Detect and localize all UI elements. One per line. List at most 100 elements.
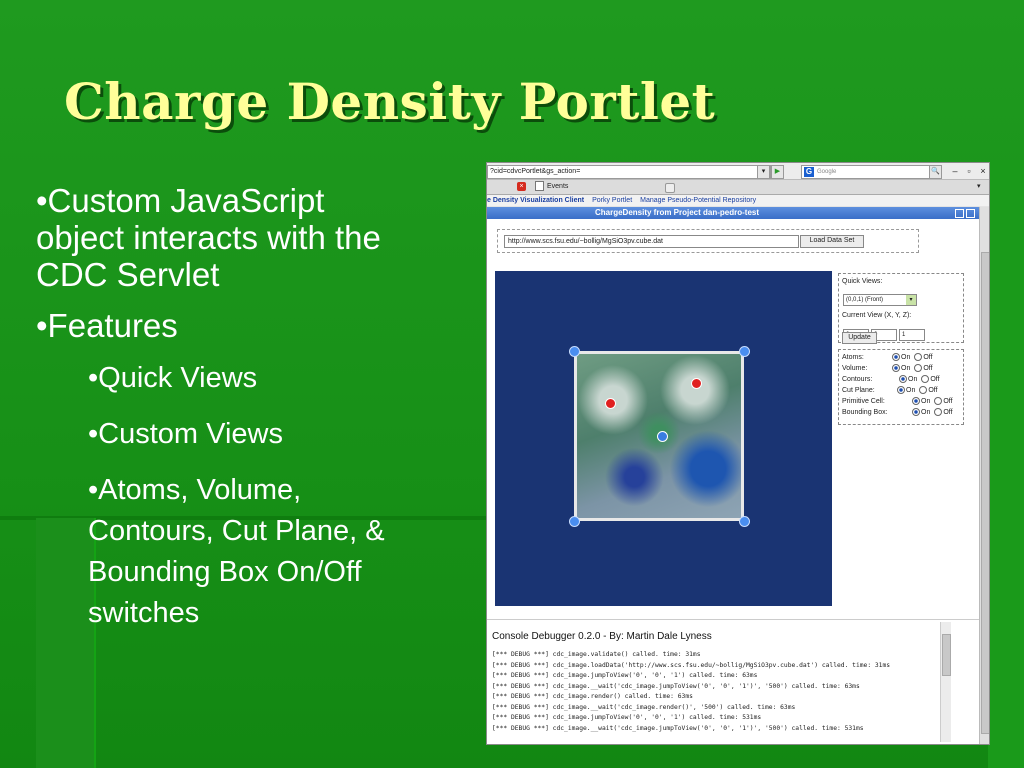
nav-density-client[interactable]: e Density Visualization Client (487, 197, 584, 204)
data-url-input[interactable]: http://www.scs.fsu.edu/~bollig/MgSiO3pv.… (504, 235, 799, 248)
toggle-off-radio[interactable] (934, 397, 943, 406)
toggle-on-label: On (901, 354, 911, 361)
portal-nav: e Density Visualization Client Porky Por… (487, 195, 989, 206)
toggle-on-radio[interactable] (897, 386, 905, 395)
minimize-icon[interactable]: – (949, 165, 961, 177)
bullet-list: •Custom JavaScript object interacts with… (36, 182, 436, 650)
current-view-label: Current View (X, Y, Z): (842, 312, 912, 319)
search-icon[interactable]: 🔍 (929, 165, 942, 179)
toggle-off-radio[interactable] (934, 408, 943, 417)
tab-list-arrow-icon[interactable]: ▾ (977, 182, 981, 190)
portlet-maximize-icon[interactable] (966, 209, 975, 218)
browser-screenshot: ?cid=cdvcPortlet&gs_action= ▾ ▶ G Google … (486, 162, 990, 745)
toggle-on-radio[interactable] (899, 375, 907, 384)
view-z-input[interactable]: 1 (899, 329, 925, 341)
search-box[interactable]: G Google (801, 165, 941, 179)
cube-corner-handle[interactable] (569, 516, 580, 527)
toggle-off-label: Off (930, 376, 940, 383)
toggle-on-label: On (908, 376, 918, 383)
toggle-off-label: Off (923, 354, 933, 361)
toggle-off-radio[interactable] (914, 364, 923, 373)
portlet-title: ChargeDensity from Project dan-pedro-tes… (594, 208, 760, 217)
toggle-label: Volume: (842, 365, 868, 372)
load-data-button[interactable]: Load Data Set (800, 235, 864, 248)
toggle-on-radio[interactable] (912, 408, 920, 417)
console-scroll-thumb[interactable] (942, 634, 951, 676)
atom-blue (657, 431, 668, 442)
nav-manage-repository[interactable]: Manage Pseudo-Potential Repository (640, 197, 756, 204)
nav-porky-portlet[interactable]: Porky Portlet (592, 197, 632, 204)
toggle-on-label: On (921, 398, 931, 405)
page-scroll-thumb[interactable] (981, 252, 989, 734)
sub-bullet-custom-views: •Custom Views (88, 418, 283, 450)
charge-density-viewer[interactable] (495, 271, 832, 606)
console-log: [*** DEBUG ***] cdc_image.validate() cal… (492, 650, 890, 734)
toggle-label: Bounding Box: (842, 409, 888, 416)
visibility-toggles-panel: Atoms: On Off Volume: On Off Contours: On Off Cut… (838, 349, 964, 425)
tab-events[interactable]: Events (535, 181, 675, 193)
slide-decor-right (988, 160, 1024, 768)
url-toolbar: ?cid=cdvcPortlet&gs_action= ▾ ▶ G Google … (487, 163, 989, 180)
toggle-on-label: On (921, 409, 931, 416)
toggle-label: Contours: (842, 376, 873, 383)
slide-title: Charge Density Portlet (64, 72, 716, 131)
toggle-label: Primitive Cell: (842, 398, 885, 405)
address-bar[interactable]: ?cid=cdvcPortlet&gs_action= (487, 165, 771, 179)
dropdown-arrow-icon[interactable]: ▾ (757, 165, 770, 179)
search-placeholder: Google (817, 169, 837, 175)
toggle-off-label: Off (928, 387, 938, 394)
toggle-on-radio[interactable] (912, 397, 920, 406)
console-line: [*** DEBUG ***] cdc_image.__wait('cdc_im… (492, 703, 796, 711)
atom-red (691, 378, 702, 389)
cube-corner-handle[interactable] (739, 346, 750, 357)
cube-corner-handle[interactable] (739, 516, 750, 527)
google-icon: G (804, 167, 814, 177)
cube-corner-handle[interactable] (569, 346, 580, 357)
toggle-off-radio[interactable] (921, 375, 930, 384)
console-line: [*** DEBUG ***] cdc_image.loadData('http… (492, 661, 891, 669)
toggle-off-radio[interactable] (914, 353, 923, 362)
portlet-header: ChargeDensity from Project dan-pedro-tes… (487, 207, 979, 219)
tab-bar: × Events ▾ (487, 180, 989, 195)
console-line: [*** DEBUG ***] cdc_image.jumpToView('0'… (492, 672, 758, 679)
restore-icon[interactable]: ▫ (963, 165, 975, 177)
toggle-label: Atoms: (842, 354, 864, 361)
go-arrow-icon[interactable]: ▶ (771, 165, 784, 179)
console-line: [*** DEBUG ***] cdc_image.__wait('cdc_im… (492, 682, 860, 690)
chevron-down-icon: ▾ (906, 295, 916, 305)
sub-bullet-switches: •Atoms, Volume, Contours, Cut Plane, & B… (88, 474, 385, 629)
console-line: [*** DEBUG ***] cdc_image.__wait('cdc_im… (492, 724, 864, 732)
toggle-off-label: Off (943, 398, 953, 405)
toggle-row: Bounding Box: On Off (842, 408, 953, 418)
update-button[interactable]: Update (842, 332, 877, 344)
quick-views-label: Quick Views: (842, 278, 883, 285)
console-line: [*** DEBUG ***] cdc_image.jumpToView('0'… (492, 714, 762, 721)
toggle-row: Contours: On Off (842, 375, 940, 385)
console-line: [*** DEBUG ***] cdc_image.validate() cal… (492, 651, 701, 658)
console-scrollbar[interactable] (940, 622, 951, 742)
bullet-custom-javascript: •Custom JavaScript object interacts with… (36, 182, 381, 293)
close-tab-icon[interactable]: × (517, 182, 526, 191)
toggle-on-radio[interactable] (892, 364, 900, 373)
toggle-off-label: Off (943, 409, 953, 416)
page-scrollbar[interactable] (979, 207, 989, 744)
portlet-minimize-icon[interactable] (955, 209, 964, 218)
toggle-row: Atoms: On Off (842, 353, 933, 363)
quick-views-select[interactable]: (0,0,1) (Front) ▾ (843, 294, 917, 306)
portlet-content: http://www.scs.fsu.edu/~bollig/MgSiO3pv.… (487, 219, 979, 744)
console-line: [*** DEBUG ***] cdc_image.render() calle… (492, 693, 693, 700)
toggle-on-radio[interactable] (892, 353, 900, 362)
toggle-row: Primitive Cell: On Off (842, 397, 953, 407)
load-data-form: http://www.scs.fsu.edu/~bollig/MgSiO3pv.… (497, 229, 919, 253)
toggle-row: Cut Plane: On Off (842, 386, 938, 396)
toggle-on-label: On (901, 365, 911, 372)
toggle-on-label: On (906, 387, 916, 394)
bullet-features: •Features (36, 307, 178, 344)
console-title: Console Debugger 0.2.0 - By: Martin Dale… (492, 631, 712, 642)
close-window-icon[interactable]: × (977, 165, 989, 177)
toggle-row: Volume: On Off (842, 364, 933, 374)
tab-close-small-icon[interactable] (665, 183, 675, 193)
atom-red (605, 398, 616, 409)
toggle-off-radio[interactable] (919, 386, 928, 395)
sub-bullet-quick-views: •Quick Views (88, 362, 258, 394)
